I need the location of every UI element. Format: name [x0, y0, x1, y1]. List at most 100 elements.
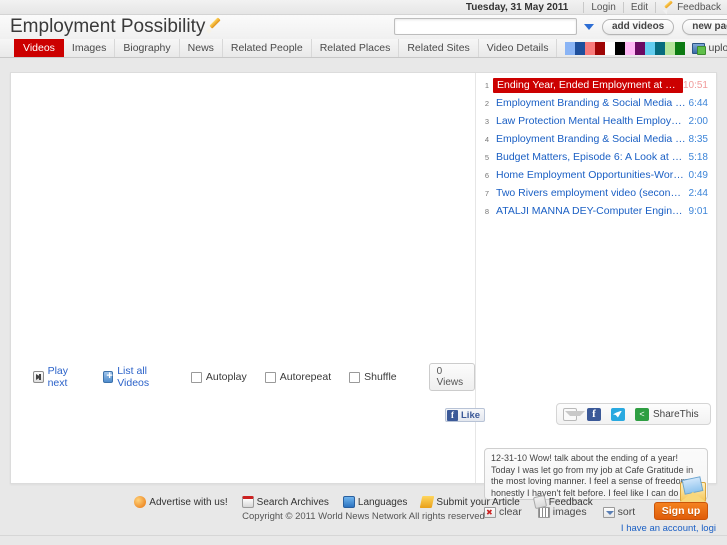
search-archives-link[interactable]: Search Archives	[241, 496, 329, 508]
list-all-videos-label: List all Videos	[117, 365, 150, 389]
swatch-dark-red[interactable]	[595, 41, 606, 55]
upload-icon	[692, 42, 707, 55]
advertise-link[interactable]: Advertise with us!	[134, 496, 228, 508]
playlist-item[interactable]: 7 Two Rivers employment video (second)..…	[476, 184, 716, 202]
twitter-icon[interactable]	[611, 407, 625, 421]
feedback-link[interactable]: Feedback	[677, 2, 721, 13]
tab-related-places[interactable]: Related Places	[312, 39, 400, 57]
play-next-button[interactable]: Play next	[33, 365, 85, 389]
playlist-item-number: 6	[484, 170, 490, 180]
autorepeat-checkbox[interactable]	[264, 371, 276, 383]
swatch-dark-green[interactable]	[675, 41, 686, 55]
playlist-item[interactable]: 4 Employment Branding & Social Media E..…	[476, 130, 716, 148]
autorepeat-label: Autorepeat	[279, 371, 332, 383]
playlist-item[interactable]: 5 Budget Matters, Episode 6: A Look at E…	[476, 148, 716, 166]
playlist-item[interactable]: 8 ATALJI MANNA DEY-Computer Engine... 9:…	[476, 202, 716, 220]
playlist-item-title: Law Protection Mental Health Employm...	[496, 115, 686, 127]
login-link[interactable]: Login	[591, 2, 615, 13]
views-badge: 0 Views	[428, 363, 475, 391]
playlist-item-duration: 2:00	[688, 115, 708, 127]
copyright-text: Copyright © 2011 World News Network All …	[242, 511, 485, 522]
playlist-item-number: 8	[484, 206, 490, 216]
video-player-area[interactable]: Play next List all Videos Autoplay Autor…	[11, 73, 475, 483]
email-icon[interactable]	[563, 407, 585, 421]
languages-icon	[342, 496, 355, 508]
autoplay-checkbox[interactable]	[190, 371, 202, 383]
color-swatch-palette	[565, 39, 686, 57]
swatch-light-green[interactable]	[665, 41, 676, 55]
archives-icon	[241, 496, 254, 508]
share-bar: f < ShareThis	[556, 403, 711, 425]
tab-images[interactable]: Images	[64, 39, 116, 57]
playlist-item-duration: 10:51	[682, 79, 708, 91]
chevron-down-icon[interactable]	[584, 23, 594, 30]
swatch-white[interactable]	[605, 41, 616, 55]
sharethis-label[interactable]: ShareThis	[653, 409, 699, 420]
tab-news[interactable]: News	[180, 39, 223, 57]
tab-biography[interactable]: Biography	[115, 39, 180, 57]
like-label: Like	[461, 409, 481, 421]
swatch-purple[interactable]	[635, 41, 646, 55]
facebook-like-button[interactable]: f Like	[445, 408, 486, 422]
playlist-item-number: 1	[484, 80, 490, 90]
sharethis-icon[interactable]: <	[635, 407, 649, 421]
playlist-item[interactable]: 2 Employment Branding & Social Media E..…	[476, 94, 716, 112]
languages-label: Languages	[357, 496, 408, 508]
playlist-item-number: 4	[484, 134, 490, 144]
edit-title-pencil-icon[interactable]	[207, 20, 221, 34]
playlist-item-number: 2	[484, 98, 490, 108]
tab-related-people[interactable]: Related People	[223, 39, 312, 57]
plus-icon	[102, 370, 115, 383]
tab-videos[interactable]: Videos	[14, 39, 64, 57]
skip-next-icon	[33, 371, 44, 383]
search-input[interactable]	[394, 18, 577, 35]
swatch-sky-blue[interactable]	[645, 41, 656, 55]
playlist-item-title: Employment Branding & Social Media E...	[496, 133, 686, 145]
submit-article-link[interactable]: Submit your Article	[420, 496, 520, 508]
swatch-light-pink[interactable]	[625, 41, 636, 55]
title-row: Employment Possibility add videos new pa…	[0, 15, 727, 39]
playlist-item[interactable]: 3 Law Protection Mental Health Employm..…	[476, 112, 716, 130]
autorepeat-checkbox-group[interactable]: Autorepeat	[264, 371, 332, 383]
video-playlist: 1 Ending Year, Ended Employment at Cal..…	[476, 73, 716, 220]
autoplay-checkbox-group[interactable]: Autoplay	[190, 371, 247, 383]
search-archives-label: Search Archives	[256, 496, 329, 508]
swatch-light-blue[interactable]	[565, 41, 576, 55]
playlist-item-title: Ending Year, Ended Employment at Cal...	[493, 77, 683, 93]
playlist-item[interactable]: 1 Ending Year, Ended Employment at Cal..…	[476, 76, 716, 94]
swatch-salmon[interactable]	[585, 41, 596, 55]
languages-link[interactable]: Languages	[342, 496, 408, 508]
have-account-login-link[interactable]: I have an account, logi	[476, 523, 716, 534]
footer-feedback-link[interactable]: Feedback	[532, 494, 593, 510]
list-all-videos-button[interactable]: List all Videos	[102, 365, 173, 389]
playlist-item-title: Budget Matters, Episode 6: A Look at Er.…	[496, 151, 686, 163]
playlist-item-number: 5	[484, 152, 490, 162]
new-page-button[interactable]: new page	[682, 18, 727, 35]
page-footer: Advertise with us! Search Archives Langu…	[0, 494, 727, 522]
swatch-teal[interactable]	[655, 41, 666, 55]
divider	[583, 1, 585, 13]
playlist-item-duration: 6:44	[688, 97, 708, 109]
shuffle-checkbox[interactable]	[349, 371, 361, 383]
playlist-item-duration: 0:49	[688, 169, 708, 181]
edit-link[interactable]: Edit	[631, 2, 648, 13]
playlist-item-duration: 5:18	[688, 151, 708, 163]
upload-label: upload	[708, 42, 727, 54]
swatch-black[interactable]	[615, 41, 626, 55]
player-controls-row: Play next List all Videos Autoplay Autor…	[33, 363, 475, 391]
upload-button[interactable]: upload	[692, 39, 727, 57]
shuffle-checkbox-group[interactable]: Shuffle	[349, 371, 397, 383]
facebook-icon[interactable]: f	[587, 407, 601, 421]
playlist-item-number: 3	[484, 116, 490, 126]
add-videos-button[interactable]: add videos	[602, 18, 675, 35]
tab-related-sites[interactable]: Related Sites	[399, 39, 479, 57]
search-area: add videos new page	[394, 18, 727, 35]
submit-icon	[420, 496, 435, 508]
autoplay-label: Autoplay	[205, 371, 247, 383]
tab-video-details[interactable]: Video Details	[479, 39, 558, 57]
playlist-item[interactable]: 6 Home Employment Opportunities-Work ...…	[476, 166, 716, 184]
swatch-dark-blue[interactable]	[575, 41, 586, 55]
comment-textarea[interactable]	[484, 448, 708, 500]
advertise-label: Advertise with us!	[149, 496, 228, 508]
facebook-icon: f	[447, 409, 458, 421]
